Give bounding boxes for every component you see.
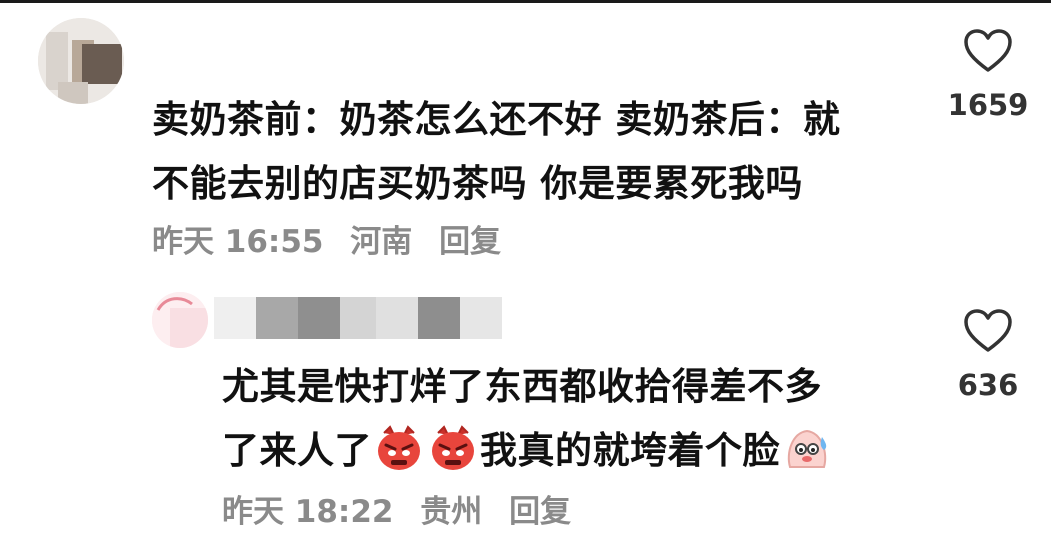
comment-meta: 昨天 16:55 河南 回复 — [152, 216, 517, 261]
comment-segment: 我真的就垮着个脸 — [480, 429, 780, 472]
heart-icon[interactable] — [963, 28, 1013, 74]
comment-time: 昨天 16:55 — [152, 224, 324, 260]
like-button[interactable]: 1659 — [928, 28, 1048, 122]
top-divider — [0, 0, 1051, 3]
comment-location: 贵州 — [420, 494, 483, 530]
blurred-username — [376, 297, 502, 339]
comment-location: 河南 — [350, 224, 413, 260]
sweating-face-emoji — [787, 429, 827, 468]
like-button[interactable]: 636 — [928, 308, 1048, 402]
comment-text: 卖奶茶前：奶茶怎么还不好 卖奶茶后：就 不能去别的店买奶茶吗 你是要累死我吗 — [152, 88, 912, 216]
like-count: 1659 — [947, 88, 1029, 122]
user-avatar[interactable] — [152, 292, 208, 348]
reply-button[interactable]: 回复 — [439, 224, 501, 260]
comment-line: 尤其是快打烊了东西都收拾得差不多 — [222, 365, 822, 408]
reply-button[interactable]: 回复 — [509, 494, 571, 530]
angry-face-emoji — [432, 425, 474, 470]
comment-line: 了来人了 我真的就垮着个脸 — [222, 419, 912, 483]
comment-text: 尤其是快打烊了东西都收拾得差不多 了来人了 我真的就垮着个脸 — [222, 355, 912, 483]
user-avatar[interactable] — [38, 18, 124, 104]
blurred-username — [214, 297, 382, 339]
comment-line: 不能去别的店买奶茶吗 你是要累死我吗 — [152, 162, 803, 205]
comment-line: 卖奶茶前：奶茶怎么还不好 卖奶茶后：就 — [152, 98, 841, 141]
angry-face-emoji — [378, 425, 420, 470]
like-count: 636 — [957, 368, 1019, 402]
heart-icon[interactable] — [963, 308, 1013, 354]
comment-meta: 昨天 18:22 贵州 回复 — [222, 486, 587, 531]
comment-segment: 了来人了 — [222, 429, 372, 472]
comment-time: 昨天 18:22 — [222, 494, 394, 530]
